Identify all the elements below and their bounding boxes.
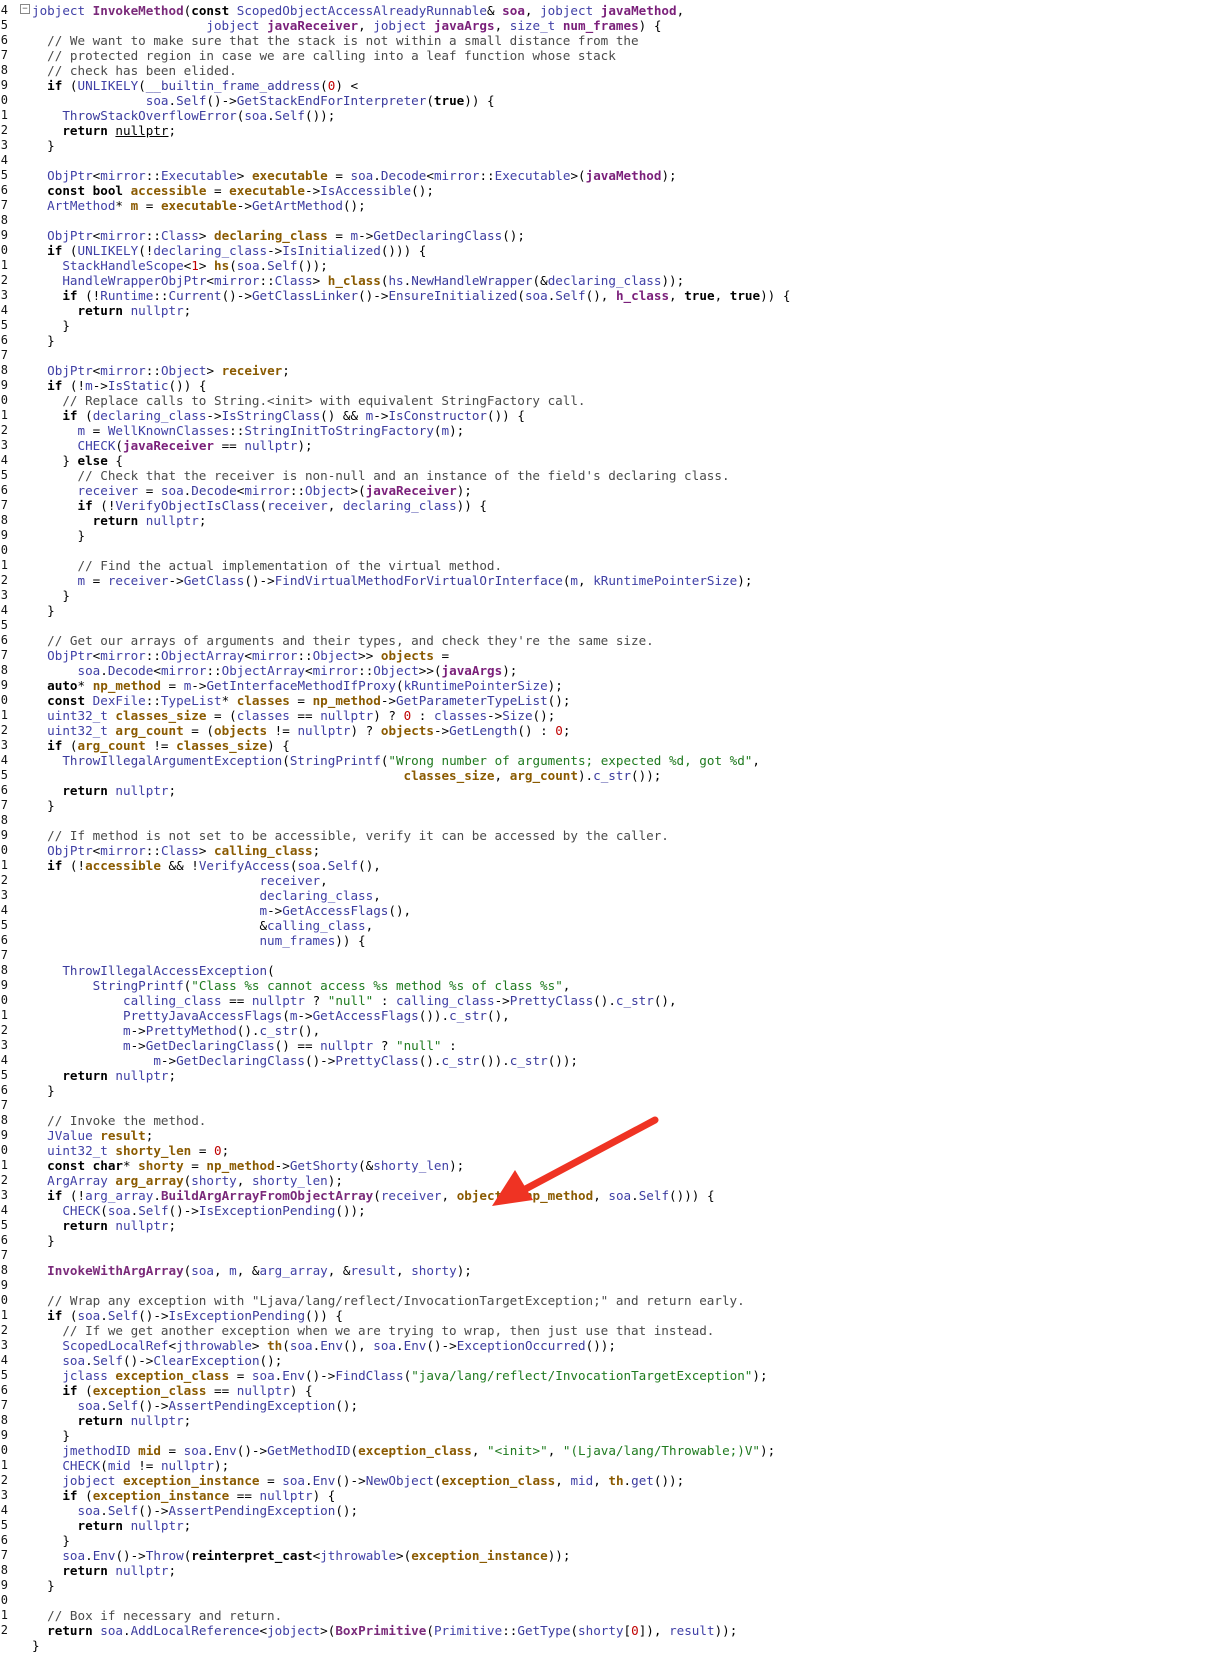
red-arrow-annotation bbox=[492, 1116, 659, 1206]
arrow-shaft bbox=[514, 1116, 659, 1197]
code-editor: 4567890123456789012345678901234567890123… bbox=[0, 0, 1232, 1653]
